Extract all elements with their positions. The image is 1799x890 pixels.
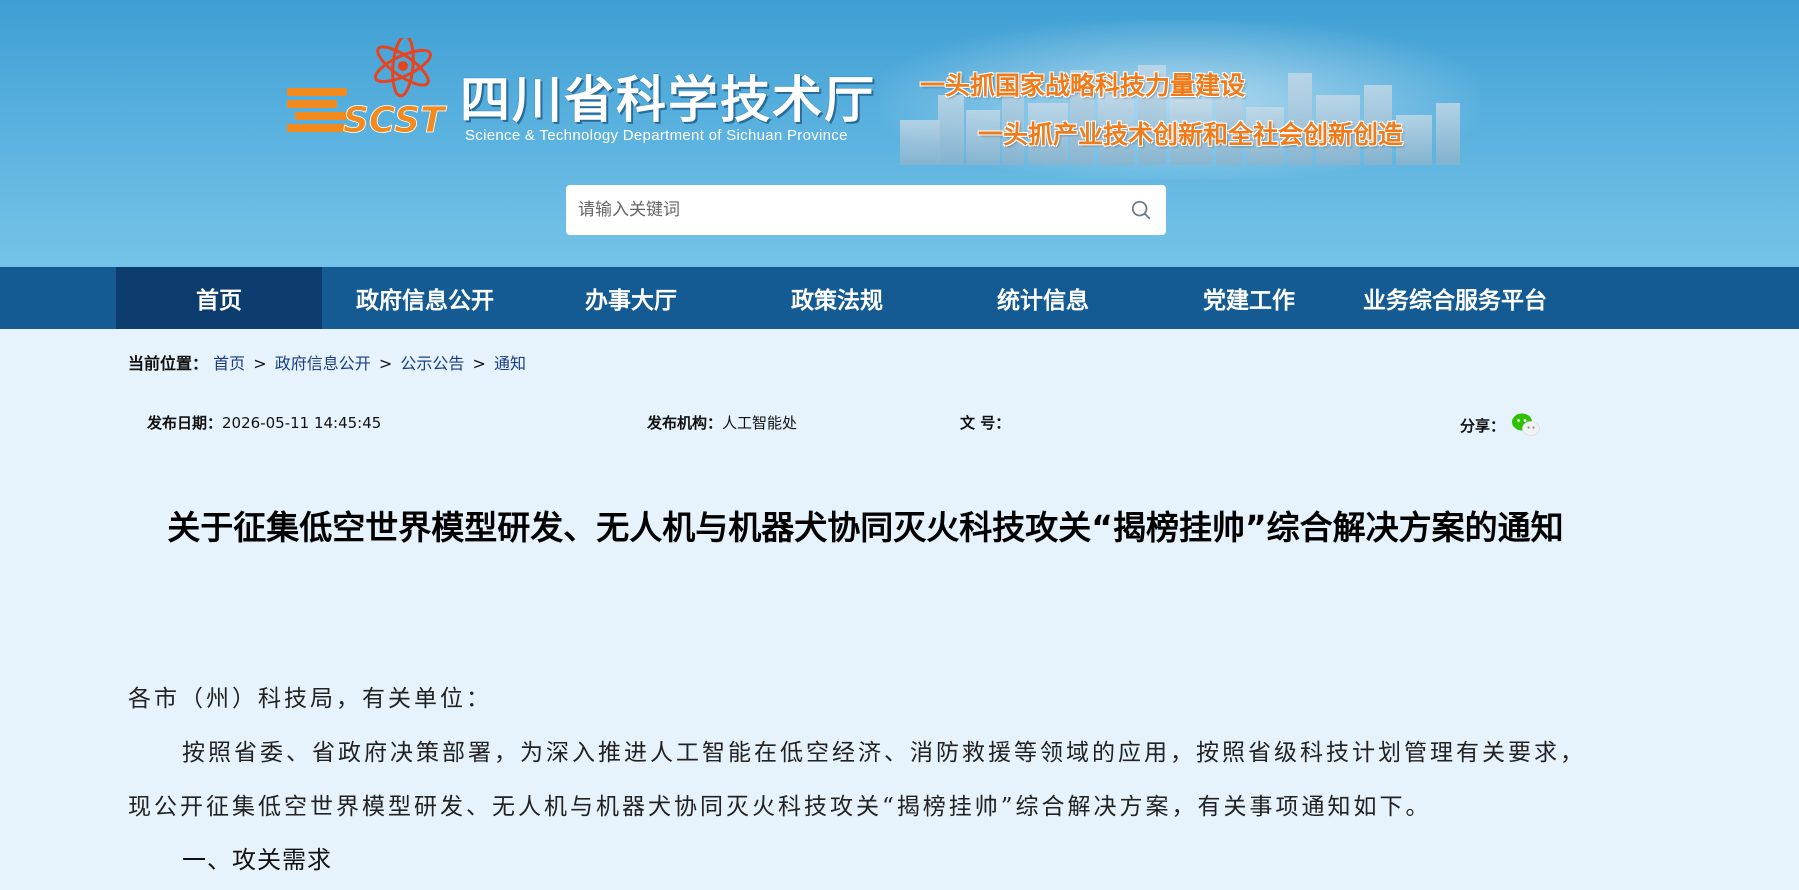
slogan-1: 一头抓国家战略科技力量建设 xyxy=(920,71,1246,100)
publishing-org-label: 发布机构： xyxy=(647,414,723,432)
publish-date-label: 发布日期： xyxy=(147,414,223,432)
scst-logo[interactable]: SCST xyxy=(285,38,455,148)
share-bar: 分享： xyxy=(1460,412,1541,438)
nav-item-policies[interactable]: 政策法规 xyxy=(734,267,940,329)
nav-item-service-platform[interactable]: 业务综合服务平台 xyxy=(1352,267,1558,329)
document-number: 文 号： xyxy=(960,412,1010,433)
nav-item-service-hall[interactable]: 办事大厅 xyxy=(528,267,734,329)
nav-item-home[interactable]: 首页 xyxy=(116,267,322,329)
nav-item-gov-info[interactable]: 政府信息公开 xyxy=(322,267,528,329)
slogan-2: 一头抓产业技术创新和全社会创新创造 xyxy=(978,120,1404,149)
breadcrumb-announcements[interactable]: 公示公告 xyxy=(400,354,464,373)
wechat-icon[interactable] xyxy=(1511,412,1541,438)
section-heading: 一、攻关需求 xyxy=(182,846,332,874)
publish-date: 发布日期：2026-05-11 14:45:45 xyxy=(147,412,381,433)
site-name-en: Science & Technology Department of Sichu… xyxy=(465,127,848,144)
breadcrumb-separator: > xyxy=(378,354,393,373)
publish-date-value: 2026-05-11 14:45:45 xyxy=(222,414,382,432)
breadcrumb-label: 当前位置： xyxy=(128,354,209,373)
article-paragraph: 按照省委、省政府决策部署，为深入推进人工智能在低空经济、消防救援等领域的应用，按… xyxy=(128,740,1586,820)
logo-letters: SCST xyxy=(343,100,447,141)
breadcrumb-notices[interactable]: 通知 xyxy=(494,354,526,373)
article-title: 关于征集低空世界模型研发、无人机与机器犬协同灭火科技攻关“揭榜挂帅”综合解决方案… xyxy=(167,508,1564,547)
share-label: 分享： xyxy=(1460,416,1506,435)
breadcrumb-home[interactable]: 首页 xyxy=(213,354,245,373)
breadcrumb-separator: > xyxy=(472,354,486,373)
site-name: 四川省科学技术厅 xyxy=(460,71,876,129)
article-salutation: 各市（州）科技局，有关单位： xyxy=(128,686,492,712)
site-header: SCST 四川省科学技术厅 Science & Technology Depar… xyxy=(0,0,1799,267)
search-icon[interactable] xyxy=(1130,199,1152,221)
nav-item-statistics[interactable]: 统计信息 xyxy=(940,267,1146,329)
search-box xyxy=(566,185,1166,235)
breadcrumb-separator: > xyxy=(253,354,267,373)
nav-item-party-building[interactable]: 党建工作 xyxy=(1146,267,1352,329)
publishing-org: 发布机构：人工智能处 xyxy=(647,412,797,433)
document-number-label: 文 号： xyxy=(960,414,1011,432)
search-input[interactable] xyxy=(566,190,1106,230)
breadcrumb: 当前位置： 首页 > 政府信息公开 > 公示公告 > 通知 xyxy=(128,350,526,374)
publishing-org-value: 人工智能处 xyxy=(722,414,798,432)
main-nav: 首页 政府信息公开 办事大厅 政策法规 统计信息 党建工作 业务综合服务平台 xyxy=(0,267,1799,329)
breadcrumb-gov-info[interactable]: 政府信息公开 xyxy=(275,354,371,373)
